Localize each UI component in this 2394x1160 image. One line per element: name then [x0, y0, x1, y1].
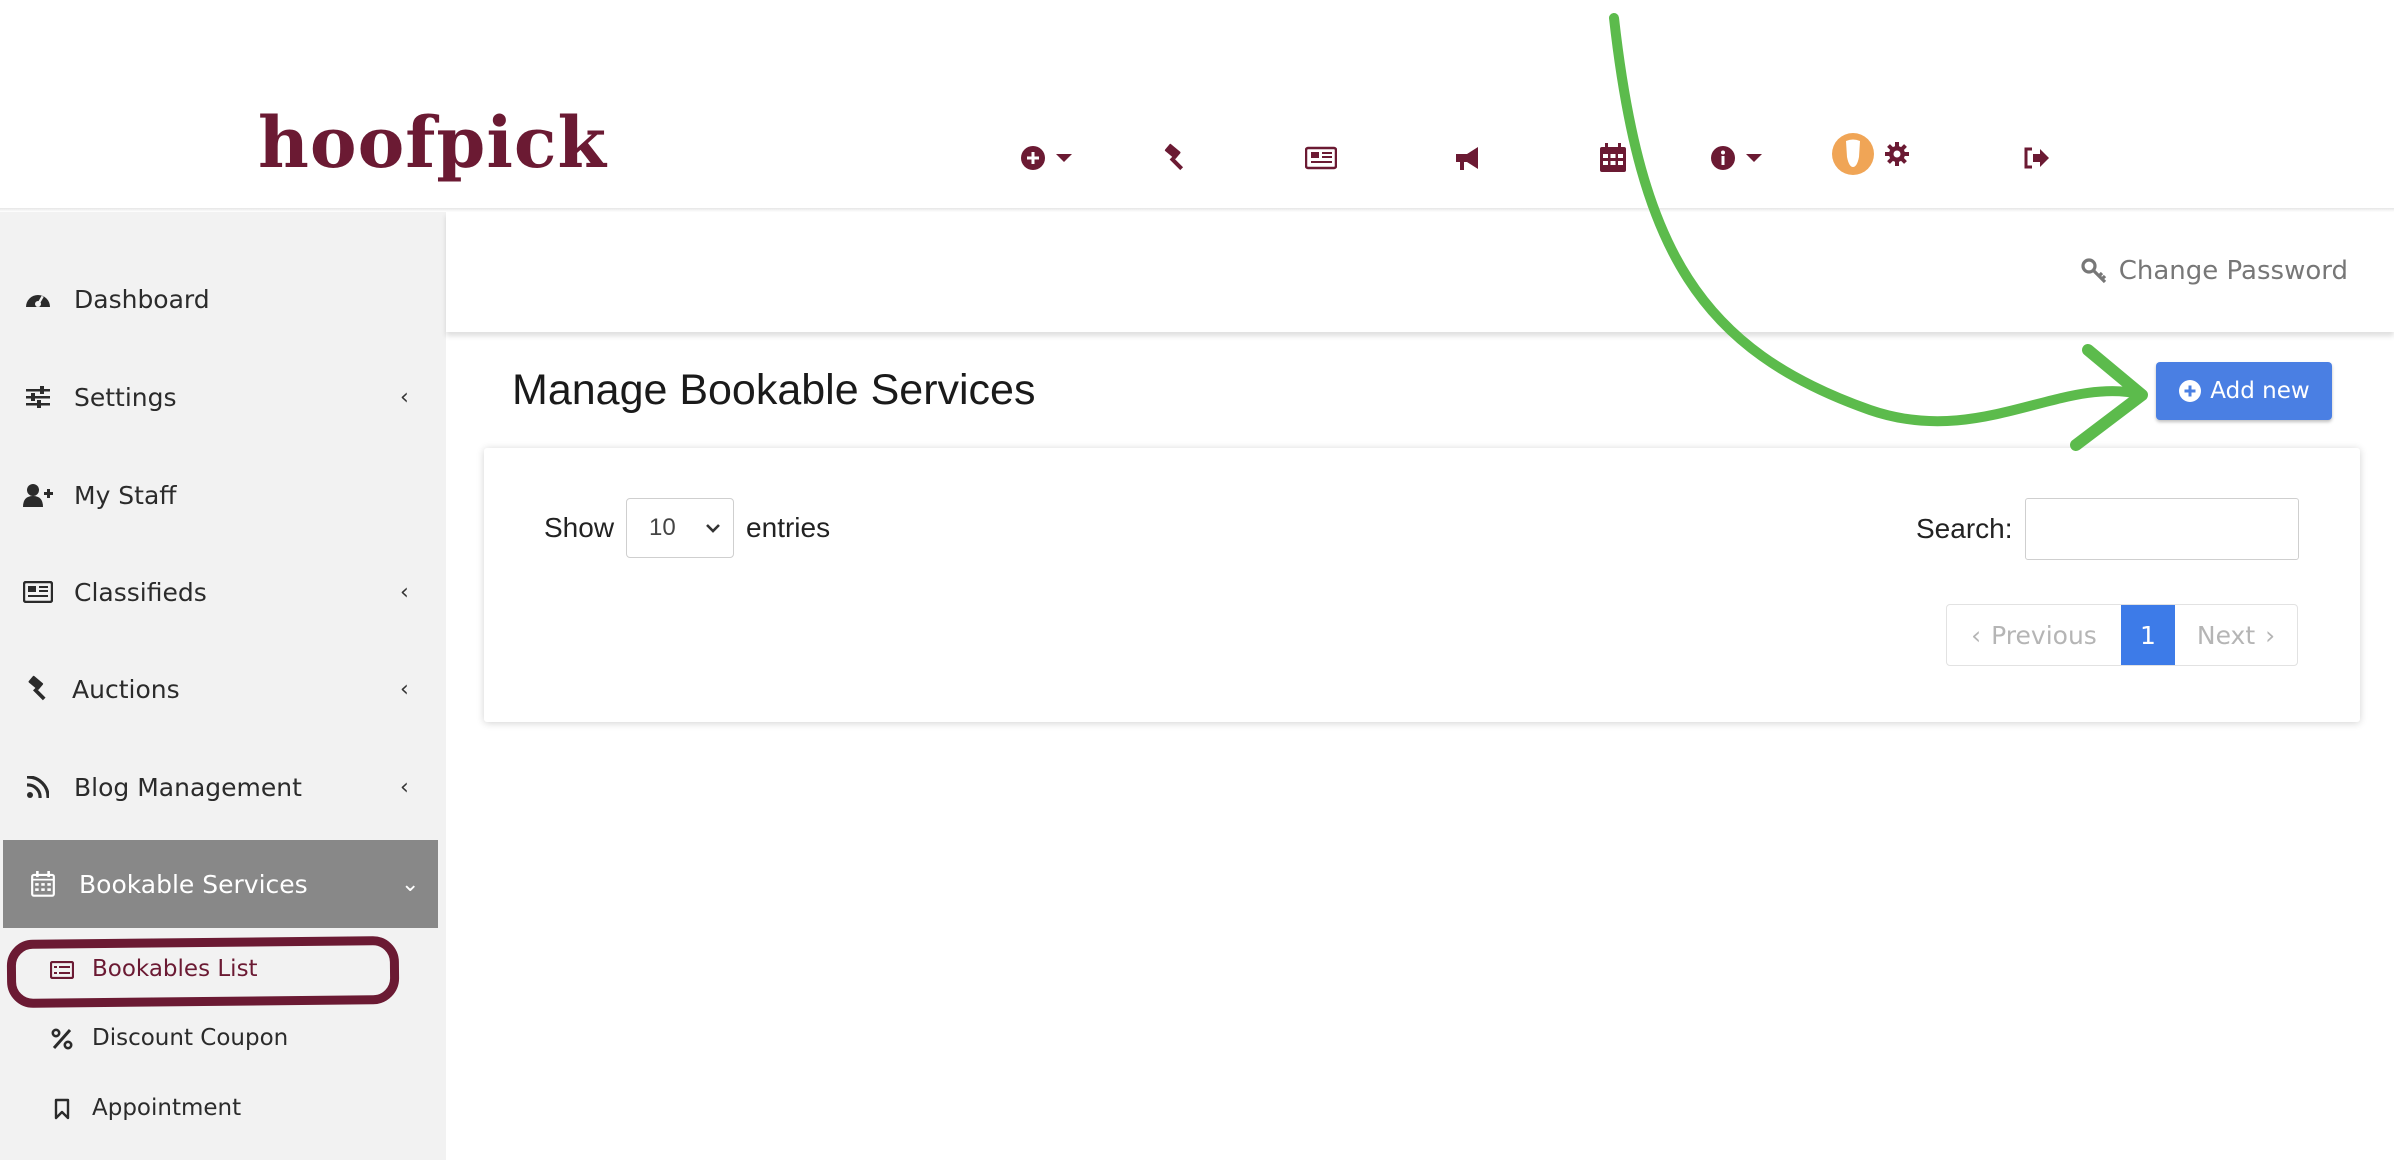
change-password-link[interactable]: Change Password	[2081, 256, 2348, 286]
announcements-nav-button[interactable]	[1453, 141, 1483, 175]
chevron-right-icon: ›	[2265, 620, 2276, 650]
entries-label: entries	[746, 512, 831, 543]
key-icon	[2081, 258, 2106, 284]
newspaper-icon	[1305, 146, 1337, 170]
info-menu-dropdown[interactable]	[1710, 141, 1762, 175]
annotation-highlight-ring	[6, 935, 400, 1009]
add-new-button[interactable]: Add new	[2156, 362, 2332, 420]
search-input[interactable]	[2024, 498, 2299, 560]
user-profile-menu[interactable]	[1832, 133, 1910, 175]
sidebar-item-label: My Staff	[74, 480, 177, 510]
caret-down-icon	[1056, 154, 1072, 162]
content-header: Change Password	[446, 212, 2394, 332]
auctions-nav-button[interactable]	[1160, 141, 1190, 175]
sidebar-item-auctions[interactable]: Auctions ‹	[0, 654, 446, 724]
sidebar-item-label: Settings	[74, 382, 177, 412]
sidebar-item-bookable-services[interactable]: Bookable Services ⌄	[3, 840, 438, 928]
sidebar-subitem-discount-coupon[interactable]: Discount Coupon	[0, 1011, 446, 1067]
next-label: Next	[2196, 620, 2256, 650]
classifieds-nav-button[interactable]	[1305, 141, 1337, 175]
sidebar-item-my-staff[interactable]: My Staff	[0, 460, 446, 530]
sidebar-item-blog-management[interactable]: Blog Management ‹	[0, 752, 446, 822]
sidebar-item-dashboard[interactable]: Dashboard	[0, 264, 446, 334]
sidebar-item-label: Dashboard	[74, 284, 210, 314]
calendar-icon	[1600, 143, 1626, 172]
add-new-label: Add new	[2210, 378, 2310, 404]
sidebar: Dashboard Settings ‹ My Staff Classified…	[0, 212, 446, 1160]
sliders-icon	[22, 381, 54, 413]
pagination-next-button[interactable]: Next ›	[2175, 605, 2297, 665]
caret-down-icon	[1746, 154, 1762, 162]
chevron-down-icon: ⌄	[401, 871, 420, 897]
bookables-table-card: Show 10 entries Search: ‹ Previous 1 Nex…	[484, 448, 2360, 722]
plus-circle-icon	[1021, 146, 1045, 170]
sidebar-item-classifieds[interactable]: Classifieds ‹	[0, 557, 446, 627]
chevron-left-icon: ‹	[1971, 620, 1982, 650]
plus-circle-icon	[2179, 380, 2202, 402]
gavel-icon	[1164, 143, 1184, 171]
logout-icon	[2024, 147, 2049, 169]
gavel-icon	[22, 673, 54, 705]
search-label: Search:	[1916, 513, 2013, 544]
chevron-left-icon: ‹	[400, 676, 409, 702]
entries-length-control: Show 10 entries	[544, 498, 830, 558]
sidebar-item-settings[interactable]: Settings ‹	[0, 362, 446, 432]
sidebar-subitem-label: Discount Coupon	[92, 1025, 289, 1051]
entries-select[interactable]: 10	[626, 498, 735, 558]
chevron-down-icon	[706, 524, 720, 533]
sidebar-item-label: Bookable Services	[79, 869, 308, 899]
bookmark-icon	[46, 1093, 78, 1125]
table-search-control: Search:	[1916, 498, 2299, 560]
sidebar-item-label: Blog Management	[74, 772, 302, 802]
dashboard-icon	[22, 283, 54, 315]
add-menu-dropdown[interactable]	[1020, 141, 1072, 175]
pagination-page-button[interactable]: 1	[2121, 605, 2175, 665]
chevron-left-icon: ‹	[400, 579, 409, 605]
user-plus-icon	[22, 479, 54, 511]
page-title: Manage Bookable Services	[512, 366, 1036, 414]
previous-label: Previous	[1991, 620, 2097, 650]
gear-icon	[1885, 142, 1909, 166]
pagination-previous-button[interactable]: ‹ Previous	[1947, 605, 2121, 665]
hoofpick-logo[interactable]: hoofpick	[258, 108, 607, 178]
percent-icon	[46, 1023, 78, 1055]
sidebar-item-label: Auctions	[72, 674, 180, 704]
calendar-icon	[27, 868, 59, 900]
sidebar-subitem-label: Appointment	[92, 1095, 242, 1121]
pagination: ‹ Previous 1 Next ›	[1946, 604, 2298, 666]
rss-icon	[22, 771, 54, 803]
user-avatar-icon	[1832, 133, 1874, 175]
chevron-left-icon: ‹	[400, 384, 409, 410]
show-label: Show	[544, 512, 615, 543]
chevron-left-icon: ‹	[400, 774, 409, 800]
sidebar-subitem-appointment[interactable]: Appointment	[0, 1081, 446, 1137]
sidebar-item-label: Classifieds	[74, 577, 207, 607]
megaphone-icon	[1456, 147, 1478, 170]
top-navbar: hoofpick	[0, 0, 2394, 210]
newspaper-icon	[22, 576, 54, 608]
entries-select-value: 10	[649, 514, 676, 541]
info-circle-icon	[1711, 146, 1735, 170]
change-password-label: Change Password	[2118, 256, 2348, 286]
calendar-nav-button[interactable]	[1599, 141, 1627, 175]
logout-button[interactable]	[2022, 141, 2050, 175]
